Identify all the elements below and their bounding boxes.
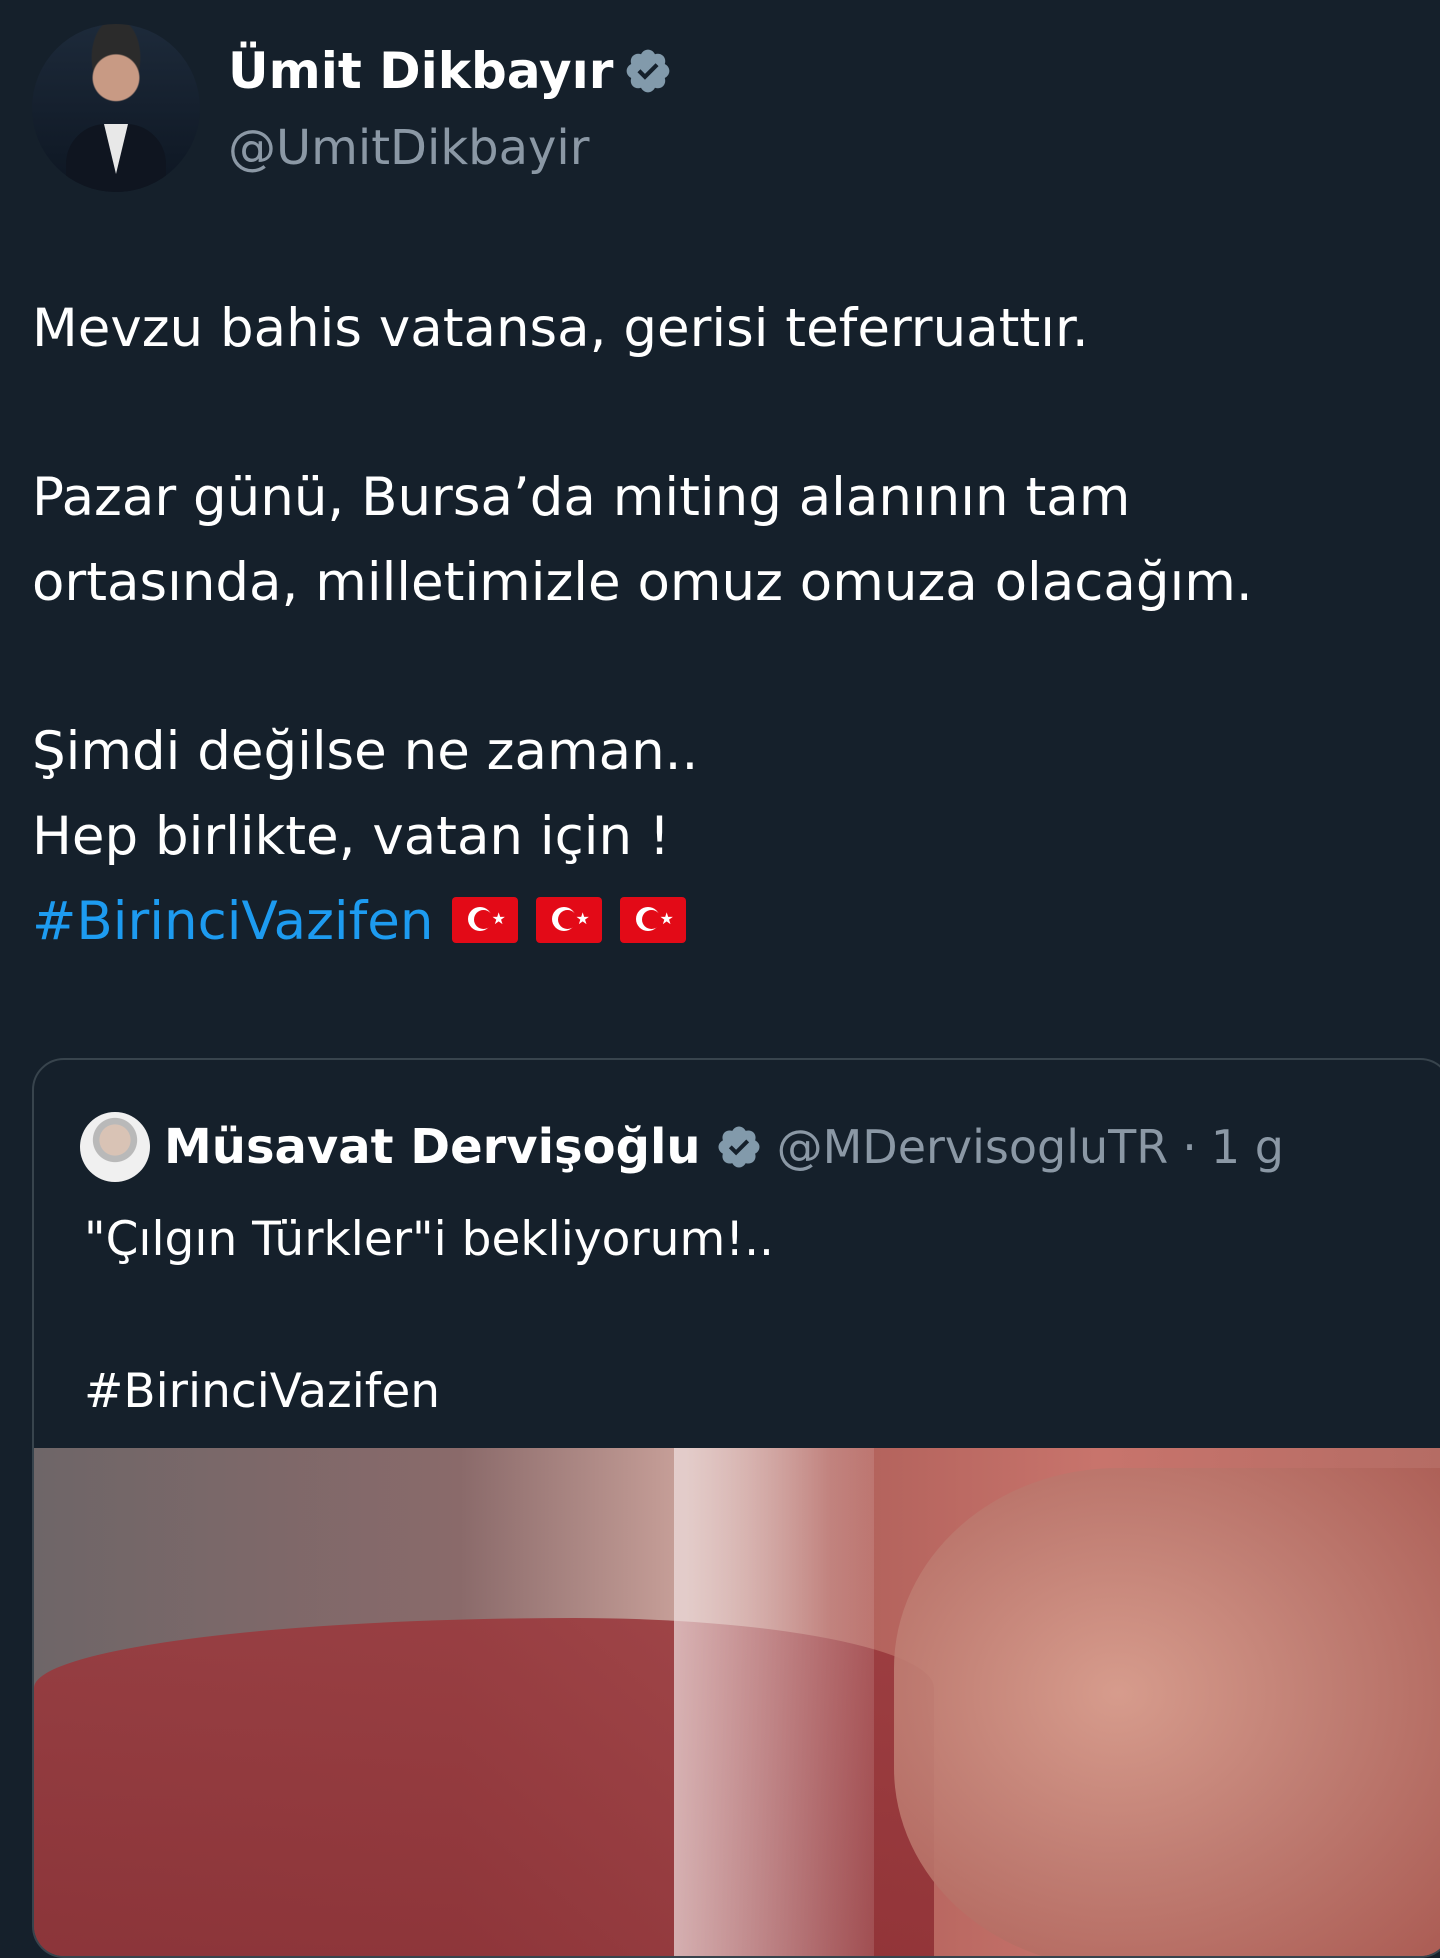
tweet-line: ortasında, milletimizle omuz omuza olaca… [32,552,1253,613]
verified-badge-icon [718,1126,760,1168]
turkey-flag-icon: ★ [535,897,602,943]
media-face-shape [894,1468,1440,1956]
turkey-flag-icon: ★ [619,897,686,943]
quoted-tweet-card[interactable]: Müsavat Dervişoğlu @MDervisogluTR · 1 g … [32,1058,1440,1958]
tweet-line: Hep birlikte, vatan için ! [32,806,671,867]
quoted-author-avatar[interactable] [80,1112,150,1182]
media-light-strip [674,1448,874,1956]
tweet-line: Pazar günü, Bursa’da miting alanının tam [32,467,1131,528]
quoted-author-name[interactable]: Müsavat Dervişoğlu [164,1119,701,1175]
quoted-tweet-header: Müsavat Dervişoğlu @MDervisogluTR · 1 g [80,1112,1284,1182]
author-name-row: Ümit Dikbayır [228,42,673,100]
author-avatar[interactable] [32,24,200,192]
tweet-line: Şimdi değilse ne zaman.. [32,721,699,782]
tweet-header: Ümit Dikbayır @UmitDikbayir [32,24,1412,194]
quoted-hashtag[interactable]: #BirinciVazifen [84,1354,774,1430]
quoted-timestamp[interactable]: 1 g [1211,1120,1284,1174]
quoted-media-image[interactable] [34,1448,1440,1956]
dot-separator: · [1182,1120,1197,1174]
hashtag-line: #BirinciVazifen ★ ★ ★ [32,879,1412,964]
tweet-body: Mevzu bahis vatansa, gerisi teferruattır… [32,286,1412,964]
quoted-author-handle[interactable]: @MDervisogluTR [777,1120,1169,1174]
tweet-line: Mevzu bahis vatansa, gerisi teferruattır… [32,298,1089,359]
hashtag-link[interactable]: #BirinciVazifen [32,891,434,952]
quoted-tweet-line: "Çılgın Türkler"i bekliyorum!.. [84,1212,774,1267]
author-handle[interactable]: @UmitDikbayir [228,120,590,176]
author-name[interactable]: Ümit Dikbayır [228,42,613,100]
quoted-tweet-body: "Çılgın Türkler"i bekliyorum!.. #Birinci… [84,1202,774,1430]
turkey-flag-icon: ★ [451,897,518,943]
verified-badge-icon [627,49,670,93]
